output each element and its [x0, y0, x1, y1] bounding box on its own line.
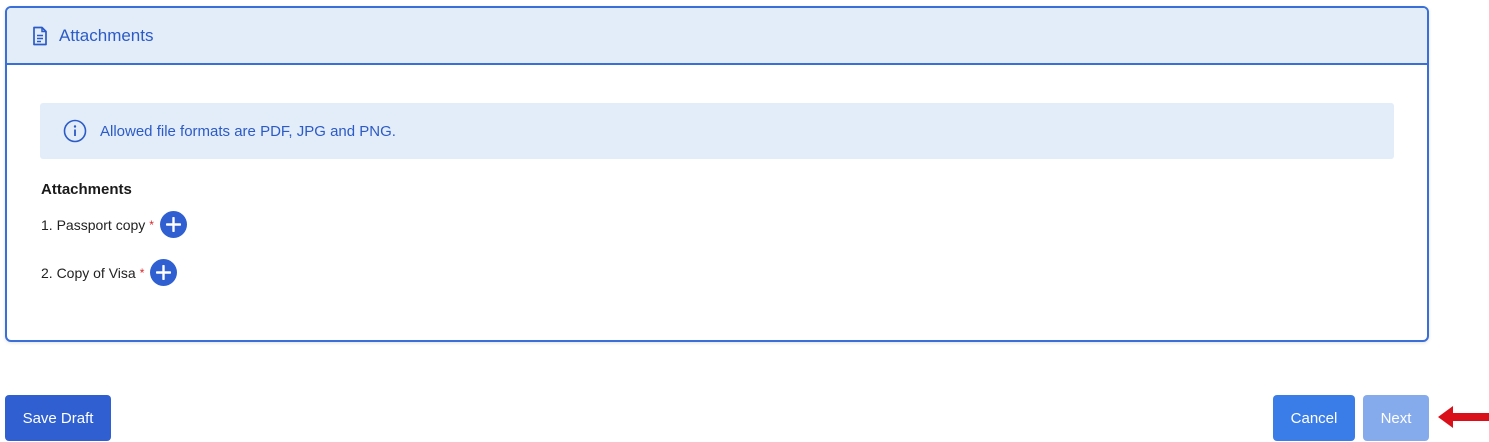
attachments-heading: Attachments: [41, 181, 132, 198]
annotation-arrow-icon: [1438, 406, 1489, 428]
info-banner: Allowed file formats are PDF, JPG and PN…: [40, 103, 1394, 159]
required-asterisk: *: [149, 217, 154, 232]
plus-icon: [165, 217, 181, 232]
attachment-label: 2. Copy of Visa: [41, 264, 136, 281]
panel-header: Attachments: [7, 8, 1427, 65]
info-icon: [63, 119, 87, 143]
attachment-item-visa: 2. Copy of Visa *: [41, 259, 178, 286]
save-draft-button[interactable]: Save Draft: [5, 395, 111, 441]
required-asterisk: *: [139, 265, 145, 280]
attachment-item-passport: 1. Passport copy *: [41, 211, 187, 238]
attachments-panel: Attachments Allowed file formats are PDF…: [5, 6, 1429, 342]
panel-title: Attachments: [59, 25, 154, 45]
document-icon: [30, 26, 50, 46]
cancel-button[interactable]: Cancel: [1273, 395, 1355, 441]
next-button[interactable]: Next: [1363, 395, 1429, 441]
add-visa-copy-button[interactable]: [150, 259, 178, 286]
add-passport-copy-button[interactable]: [159, 211, 187, 238]
plus-icon: [156, 265, 172, 280]
info-banner-text: Allowed file formats are PDF, JPG and PN…: [100, 122, 396, 140]
attachment-label: 1. Passport copy: [41, 216, 146, 233]
